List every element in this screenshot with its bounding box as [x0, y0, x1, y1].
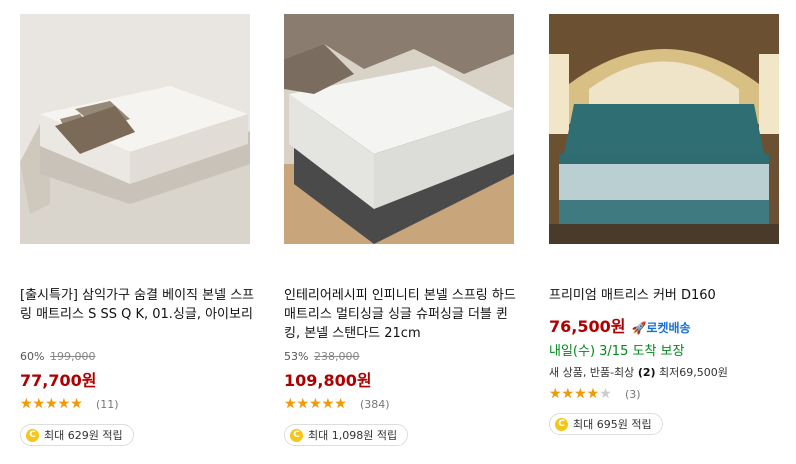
product-card-2[interactable]: 인테리어레시피 인피니티 본넬 스프링 하드 매트리스 멀티싱글 싱글 슈퍼싱글…: [284, 0, 516, 464]
review-count: (3): [625, 387, 641, 401]
review-count: (384): [360, 397, 390, 411]
rocket-delivery-badge: 🚀로켓배송: [631, 321, 691, 335]
mattress-image: [20, 14, 250, 244]
coin-icon: C: [26, 428, 39, 442]
seller-count: (2): [637, 366, 656, 379]
discount-rate: 60%: [20, 350, 45, 363]
sale-price: 77,700원: [20, 371, 97, 390]
bed-cover-image: [549, 14, 779, 244]
discount-rate: 53%: [284, 350, 309, 363]
product-title[interactable]: 인테리어레시피 인피니티 본넬 스프링 하드 매트리스 멀티싱글 싱글 슈퍼싱글…: [284, 286, 524, 343]
mattress-image: [284, 14, 514, 244]
seller-info[interactable]: 새 상품, 반품-최상 (2) 최저69,500원: [549, 364, 728, 380]
seller-min-price: 최저69,500원: [659, 366, 728, 379]
product-image-1[interactable]: [20, 14, 250, 244]
rating: ★★★★★ ★★★★★ (384): [284, 397, 390, 411]
original-price: 199,000: [49, 350, 96, 363]
reward-text: 최대 629원 적립: [44, 429, 123, 442]
product-card-3[interactable]: 프리미엄 매트리스 커버 D160 76,500원 🚀로켓배송 내일(수) 3/1…: [549, 0, 781, 464]
reward-text: 최대 695원 적립: [573, 418, 652, 431]
original-price: 238,000: [313, 350, 360, 363]
sale-price: 109,800원: [284, 371, 372, 390]
reward-badge: C 최대 629원 적립: [20, 424, 134, 446]
reward-badge: C 최대 1,098원 적립: [284, 424, 409, 446]
reward-badge: C 최대 695원 적립: [549, 413, 663, 435]
product-card-1[interactable]: [출시특가] 삼익가구 숨결 베이직 본넬 스프링 매트리스 S SS Q K,…: [20, 0, 254, 464]
sale-price: 76,500원: [549, 317, 626, 336]
rocket-icon: 🚀: [631, 321, 647, 335]
coin-icon: C: [290, 428, 303, 442]
price-row: 76,500원 🚀로켓배송: [549, 313, 691, 337]
product-title[interactable]: 프리미엄 매트리스 커버 D160: [549, 286, 789, 305]
product-title[interactable]: [출시특가] 삼익가구 숨결 베이직 본넬 스프링 매트리스 S SS Q K,…: [20, 286, 260, 324]
discount-row: 60% 199,000: [20, 350, 95, 363]
star-rating-icon: ★★★★★★★★★★: [549, 386, 612, 402]
review-count: (11): [96, 397, 119, 411]
star-rating-icon: ★★★★★★★★★★: [20, 396, 83, 412]
product-image-2[interactable]: [284, 14, 514, 244]
reward-text: 최대 1,098원 적립: [308, 429, 398, 442]
star-rating-icon: ★★★★★★★★★★: [284, 396, 347, 412]
rating: ★★★★★ ★★★★★ (11): [20, 397, 119, 411]
coin-icon: C: [555, 417, 568, 431]
product-image-3[interactable]: [549, 14, 779, 244]
rating: ★★★★★★★★★★ (3): [549, 387, 641, 401]
seller-prefix: 새 상품, 반품-최상: [549, 366, 635, 379]
discount-row: 53% 238,000: [284, 350, 359, 363]
delivery-promise: 내일(수) 3/15 도착 보장: [549, 344, 685, 359]
